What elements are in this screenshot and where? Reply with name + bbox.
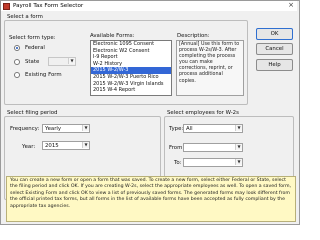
existing-form-radio-label[interactable]: Existing Form (25, 72, 62, 78)
state-radio-label[interactable]: State (25, 59, 39, 65)
year-dropdown[interactable]: 2015 ▼ (42, 141, 90, 150)
help-info-box: You can create a new form or open a form… (6, 176, 296, 222)
available-form-item[interactable]: 2015 W-4 Report (91, 87, 171, 94)
federal-radio-label[interactable]: Federal (25, 45, 45, 51)
cancel-button[interactable]: Cancel (256, 43, 293, 55)
chevron-down-icon: ▼ (82, 125, 89, 131)
available-form-item[interactable]: 2015 W-2/W-3 Puerto Rico (91, 74, 171, 81)
chevron-down-icon: ▼ (235, 159, 242, 165)
available-form-item[interactable]: I-9 Report (91, 54, 171, 61)
year-value: 2015 (45, 142, 59, 149)
available-form-item[interactable]: Electronic W2 Consent (91, 48, 171, 55)
ok-button[interactable]: OK (256, 28, 293, 40)
from-label: From: (169, 145, 185, 151)
available-form-item[interactable]: W-2 History (91, 61, 171, 68)
type-value: All (186, 125, 193, 132)
state-radio[interactable] (14, 59, 20, 65)
type-label: Type: (169, 126, 184, 132)
filing-period-legend: Select filing period (6, 110, 59, 116)
frequency-value: Yearly (45, 125, 62, 132)
chevron-down-icon: ▼ (235, 144, 242, 150)
federal-radio[interactable] (14, 45, 20, 51)
to-dropdown[interactable]: ▼ (183, 158, 243, 167)
type-dropdown[interactable]: All ▼ (183, 124, 243, 133)
description-label: Description: (177, 33, 210, 39)
frequency-label: Frequency: (10, 126, 40, 132)
form-description: [Annual] Use this form to process W-2s/W… (176, 40, 244, 96)
available-form-item[interactable]: 2015 W-2/W-3 (91, 67, 171, 74)
available-form-item[interactable]: 2015 W-2/W-3 Virgin Islands (91, 81, 171, 88)
chevron-down-icon: ▼ (235, 125, 242, 131)
chevron-down-icon: ▼ (68, 58, 75, 64)
close-icon[interactable]: × (286, 1, 296, 10)
employees-legend: Select employees for W-2s (166, 110, 240, 116)
window-title: Payroll Tax Form Selector (13, 3, 84, 9)
existing-form-radio[interactable] (14, 72, 20, 78)
help-button[interactable]: Help (256, 59, 293, 71)
title-bar: Payroll Tax Form Selector (1, 1, 297, 11)
available-form-item[interactable]: Electronic 1095 Consent (91, 41, 171, 48)
state-dropdown[interactable]: ▼ (48, 57, 76, 66)
year-label: Year: (22, 144, 36, 150)
to-label: To: (174, 160, 182, 166)
app-icon (3, 2, 10, 10)
from-dropdown[interactable]: ▼ (183, 143, 243, 152)
frequency-dropdown[interactable]: Yearly ▼ (42, 124, 90, 133)
select-form-legend: Select a form (6, 14, 44, 20)
available-forms-list[interactable]: Electronic 1095 Consent Electronic W2 Con… (90, 40, 172, 96)
chevron-down-icon: ▼ (82, 142, 89, 148)
available-forms-label: Available Forms: (90, 33, 135, 39)
form-type-label: Select form type: (9, 35, 56, 41)
